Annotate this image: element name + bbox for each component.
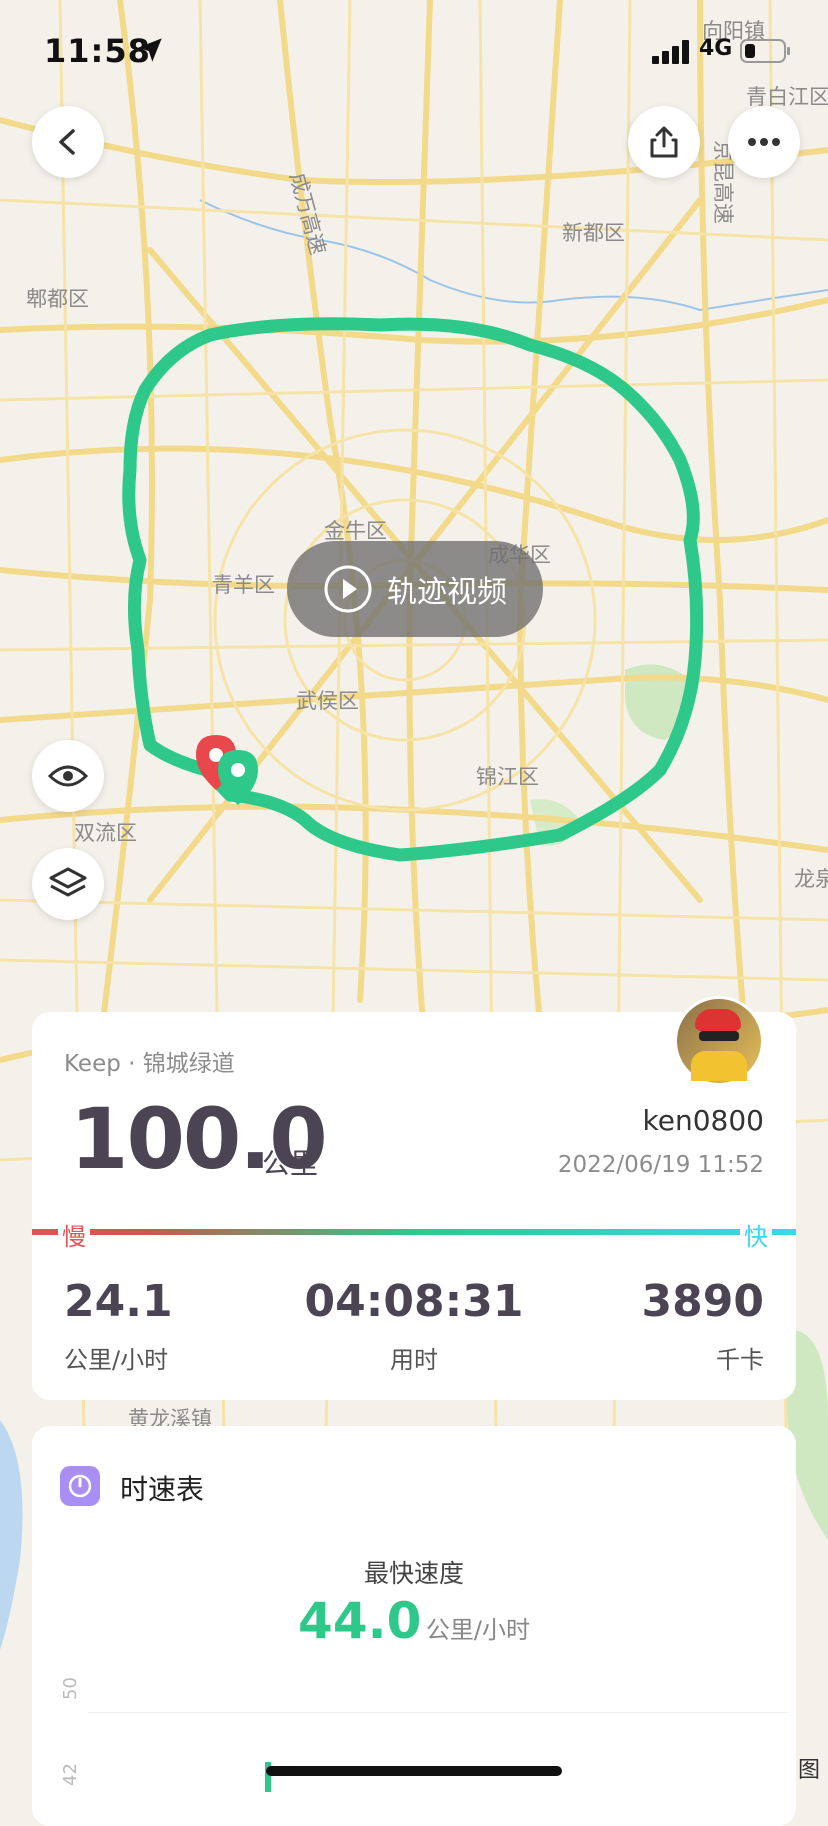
track-video-button[interactable]: 轨迹视频: [287, 541, 543, 637]
max-speed-unit: 公里/小时: [425, 1616, 530, 1644]
visibility-toggle-button[interactable]: [32, 740, 104, 812]
axis-tick: 42: [60, 1763, 81, 1786]
track-video-label: 轨迹视频: [387, 575, 507, 610]
speedometer-icon: [60, 1466, 100, 1506]
username[interactable]: ken0800: [643, 1104, 764, 1137]
glasses-shape: [699, 1031, 739, 1041]
pace-gradient-bar: [32, 1229, 796, 1235]
back-button[interactable]: [32, 106, 104, 178]
district-label: 双流区: [74, 821, 137, 845]
route-source: Keep · 锦城绿道: [64, 1051, 235, 1077]
more-dots-icon: [748, 138, 780, 146]
calories-value: 3890: [641, 1276, 764, 1327]
max-speed-row: 44.0 公里/小时: [0, 1592, 828, 1650]
home-indicator[interactable]: [266, 1766, 562, 1776]
layers-icon: [49, 867, 87, 897]
clock: 11:58: [44, 32, 151, 70]
helmet-shape: [695, 1009, 741, 1031]
play-circle-icon: [324, 565, 372, 613]
battery-icon: [740, 39, 790, 63]
jersey-shape: [691, 1051, 747, 1081]
more-button[interactable]: [728, 106, 800, 178]
location-arrow-icon: [138, 38, 162, 62]
status-bar: 11:58 4G: [0, 26, 828, 76]
max-speed-value: 44.0: [298, 1592, 422, 1650]
network-type: 4G: [699, 36, 733, 61]
district-label: 新都区: [562, 221, 625, 245]
calories-label: 千卡: [716, 1346, 764, 1374]
signal-strength-icon: [652, 40, 689, 64]
speed-card-title: 时速表: [120, 1473, 205, 1506]
share-button[interactable]: [628, 106, 700, 178]
district-label: 龙泉: [794, 867, 828, 891]
chevron-left-icon: [59, 129, 75, 155]
grid-line: [88, 1712, 788, 1713]
district-label: 武侯区: [296, 689, 359, 713]
district-label: 青羊区: [212, 573, 275, 597]
share-icon: [650, 126, 678, 158]
district-label: 锦江区: [476, 765, 539, 789]
axis-tick: 50: [60, 1677, 81, 1700]
district-label: 郫都区: [26, 287, 89, 311]
workout-datetime: 2022/06/19 11:52: [557, 1152, 764, 1178]
pace-fast-label: 快: [740, 1217, 772, 1252]
district-label: 金牛区: [324, 519, 387, 543]
max-speed-label: 最快速度: [363, 1559, 464, 1588]
duration-label: 用时: [390, 1346, 438, 1374]
corner-label: 图: [797, 1758, 820, 1783]
avatar[interactable]: [674, 996, 764, 1086]
map-layers-button[interactable]: [32, 848, 104, 920]
pace-slow-label: 慢: [58, 1217, 90, 1252]
distance-unit: 公里: [262, 1147, 319, 1180]
eye-icon: [48, 765, 88, 787]
